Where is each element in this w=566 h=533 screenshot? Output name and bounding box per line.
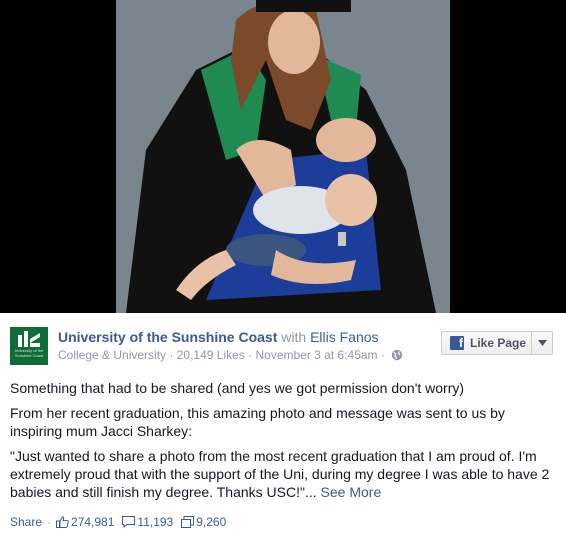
comment-icon — [122, 516, 136, 528]
likes-count: 274,981 — [71, 515, 115, 529]
with-text: with — [281, 329, 307, 345]
meta-separator: · — [169, 348, 174, 362]
post-photo-frame — [0, 0, 566, 313]
share-icon — [181, 516, 195, 528]
page-name-link[interactable]: University of the Sunshine Coast — [58, 329, 277, 345]
like-page-button[interactable]: f Like Page — [441, 331, 553, 355]
likes-stat[interactable]: 274,981 — [56, 515, 114, 529]
usc-logo-icon — [18, 331, 40, 347]
globe-icon — [392, 349, 403, 361]
like-page-label: Like Page — [470, 336, 527, 350]
share-link[interactable]: Share — [10, 515, 42, 529]
post-card: University of the Sunshine Coast Univers… — [0, 313, 566, 533]
post-text-paragraph: From her recent graduation, this amazing… — [10, 405, 505, 439]
meta-separator: · — [248, 348, 253, 362]
shares-stat[interactable]: 9,260 — [181, 515, 226, 529]
caret-down-icon — [537, 340, 547, 346]
thumbs-up-icon — [56, 516, 69, 528]
page-category: College & University — [58, 348, 167, 362]
post-meta-line: College & University · 20,149 Likes · No… — [58, 348, 403, 362]
post-quote: "Just wanted to share a photo from the m… — [10, 447, 558, 501]
avatar-caption: University of the Sunshine Coast — [14, 348, 44, 358]
facebook-icon: f — [450, 336, 464, 350]
see-more-link[interactable]: See More — [321, 484, 382, 500]
post-footer: Share · 274,981 11,193 9,260 — [10, 515, 234, 529]
meta-separator: · — [380, 348, 385, 362]
footer-separator: · — [47, 515, 52, 529]
comments-stat[interactable]: 11,193 — [122, 515, 173, 529]
like-page-main[interactable]: f Like Page — [442, 332, 532, 354]
post-author-line: University of the Sunshine Coast with El… — [58, 329, 379, 345]
post-timestamp[interactable]: November 3 at 6:45am — [255, 348, 377, 362]
page-avatar[interactable]: University of the Sunshine Coast — [10, 327, 48, 365]
comments-count: 11,193 — [137, 515, 174, 529]
page-likes-count: 20,149 Likes — [176, 348, 245, 362]
post-text-line: Something that had to be shared (and yes… — [10, 380, 465, 396]
shares-count: 9,260 — [196, 515, 227, 529]
post-photo[interactable] — [116, 0, 450, 313]
tagged-person-link[interactable]: Ellis Fanos — [310, 329, 378, 345]
post-quote-text: "Just wanted to share a photo from the m… — [10, 448, 550, 500]
like-page-options[interactable] — [532, 332, 552, 354]
